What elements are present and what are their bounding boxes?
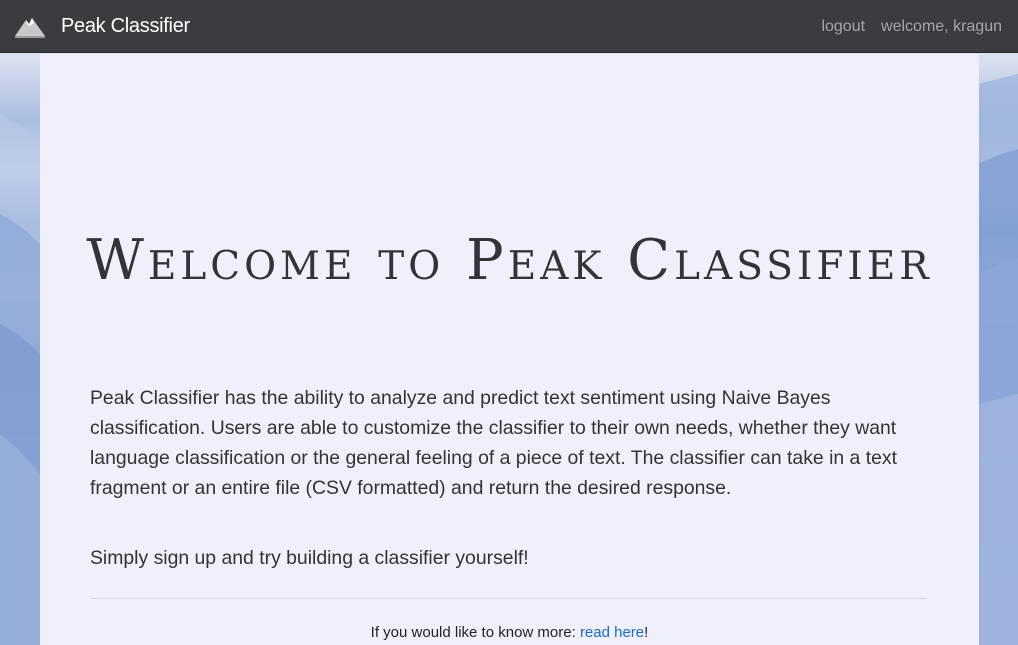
main-content-panel: Welcome to Peak Classifier Peak Classifi… — [40, 54, 979, 645]
learn-more-line: If you would like to know more: read her… — [40, 624, 979, 641]
signup-prompt: Simply sign up and try building a classi… — [90, 547, 529, 569]
learn-more-text: If you would like to know more: — [370, 624, 580, 641]
logout-link[interactable]: logout — [821, 18, 865, 36]
brand-link[interactable]: Peak Classifier — [15, 0, 190, 53]
top-navbar: Peak Classifier logout welcome, kragun — [0, 0, 1018, 53]
brand-name: Peak Classifier — [61, 15, 190, 37]
welcome-user-link[interactable]: welcome, kragun — [881, 18, 1002, 36]
navbar-right: logout welcome, kragun — [805, 0, 1002, 53]
background-mountains-right — [978, 54, 1018, 645]
divider — [90, 598, 927, 599]
read-here-link[interactable]: read here — [580, 624, 644, 641]
mountain-peak-icon — [15, 17, 45, 38]
learn-more-suffix: ! — [644, 624, 649, 641]
page-title: Welcome to Peak Classifier — [86, 228, 933, 293]
background-mountains-left — [0, 54, 40, 645]
intro-paragraph: Peak Classifier has the ability to analy… — [90, 387, 897, 499]
